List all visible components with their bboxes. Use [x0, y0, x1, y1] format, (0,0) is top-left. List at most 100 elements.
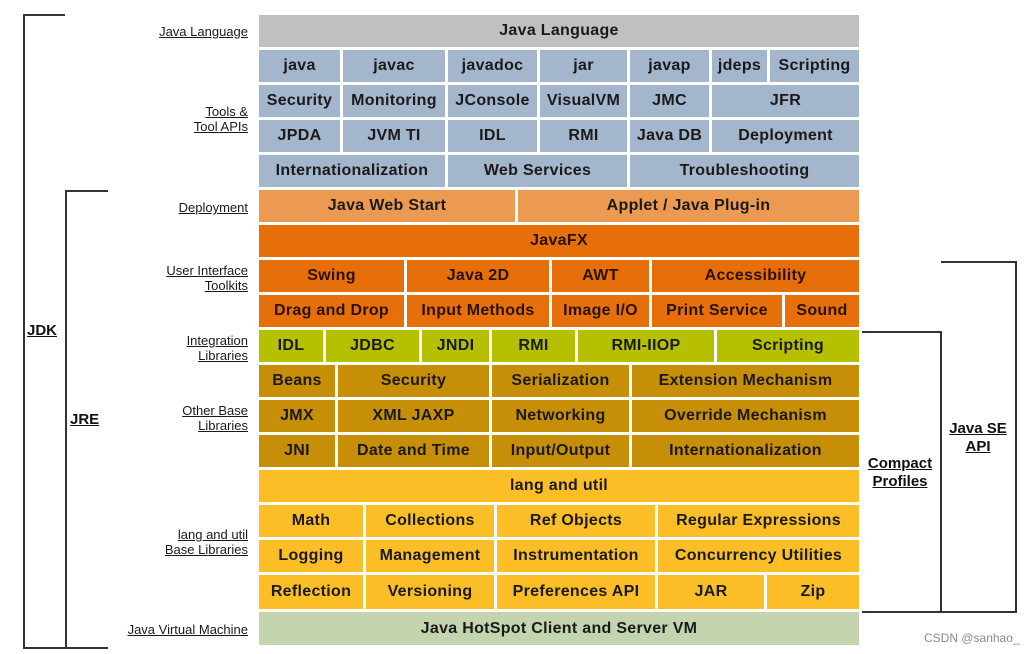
label-line: Integration: [186, 333, 248, 348]
component-tools-visualvm: VisualVM: [540, 85, 630, 120]
jre-bracket-top: [65, 190, 108, 192]
component-lang_util-regular-expressions: Regular Expressions: [658, 505, 862, 540]
component-lang_util-math: Math: [259, 505, 366, 540]
label-line: User Interface: [166, 263, 248, 278]
label-jvm: Java Virtual Machine: [128, 622, 248, 637]
label-line: Libraries: [198, 418, 248, 433]
label-lang-util: lang and util Base Libraries: [165, 527, 248, 557]
jdk-label: JDK: [27, 322, 58, 339]
label-line: Java Virtual Machine: [127, 622, 248, 637]
component-ui-image-i-o: Image I/O: [552, 295, 652, 330]
component-other_base-extension-mechanism: Extension Mechanism: [632, 365, 862, 400]
component-tools-jar: jar: [540, 50, 630, 85]
compact-bracket-top: [861, 331, 941, 333]
component-lang_util-management: Management: [366, 540, 497, 575]
label-line: Deployment: [178, 200, 248, 215]
component-integration-rmi-iiop: RMI-IIOP: [578, 330, 717, 365]
jdk-bracket-side: [23, 14, 25, 648]
component-lang_util-jar: JAR: [658, 575, 767, 612]
label-tools: Tools & Tool APIs: [194, 104, 248, 134]
label-integration: Integration Libraries: [187, 333, 248, 363]
component-other_base-override-mechanism: Override Mechanism: [632, 400, 862, 435]
component-other_base-xml-jaxp: XML JAXP: [338, 400, 492, 435]
label-line: Java SE: [949, 420, 1007, 437]
component-integration-scripting: Scripting: [717, 330, 862, 365]
component-tools-java-db: Java DB: [630, 120, 712, 155]
label-line: Profiles: [872, 473, 928, 490]
component-ui-input-methods: Input Methods: [407, 295, 552, 330]
component-tools-jconsole: JConsole: [448, 85, 540, 120]
component-deployment-java-web-start: Java Web Start: [259, 190, 518, 225]
component-tools-idl: IDL: [448, 120, 540, 155]
label-other-base: Other Base Libraries: [182, 403, 248, 433]
component-lang_util-ref-objects: Ref Objects: [497, 505, 658, 540]
watermark: CSDN @sanhao_: [924, 631, 1020, 645]
label-line: Tool APIs: [193, 119, 248, 134]
component-lang_util-concurrency-utilities: Concurrency Utilities: [658, 540, 862, 575]
label-line: Other Base: [182, 403, 248, 418]
component-other_base-date-and-time: Date and Time: [338, 435, 492, 470]
jdk-bracket-top: [23, 14, 65, 16]
component-other_base-input-output: Input/Output: [492, 435, 632, 470]
component-lang_util-lang-and-util: lang and util: [259, 470, 862, 505]
component-tools-internationalization: Internationalization: [259, 155, 448, 190]
label-deployment: Deployment: [179, 200, 248, 215]
component-tools-jpda: JPDA: [259, 120, 343, 155]
component-integration-idl: IDL: [259, 330, 326, 365]
label-java-language: Java Language: [159, 24, 248, 39]
jre-label: JRE: [70, 411, 100, 428]
component-other_base-security: Security: [338, 365, 492, 400]
component-ui-java-2d: Java 2D: [407, 260, 552, 295]
component-ui-sound: Sound: [785, 295, 862, 330]
component-lang_util-reflection: Reflection: [259, 575, 366, 612]
component-ui-awt: AWT: [552, 260, 652, 295]
component-language-java-language: Java Language: [259, 15, 862, 50]
component-tools-scripting: Scripting: [770, 50, 862, 85]
component-tools-javac: javac: [343, 50, 448, 85]
component-deployment-applet-java-plug-in: Applet / Java Plug-in: [518, 190, 862, 225]
component-other_base-jmx: JMX: [259, 400, 338, 435]
label-line: Toolkits: [204, 278, 248, 293]
component-lang_util-logging: Logging: [259, 540, 366, 575]
component-lang_util-preferences-api: Preferences API: [497, 575, 658, 612]
component-tools-jfr: JFR: [712, 85, 862, 120]
label-line: Compact: [867, 455, 933, 472]
component-tools-rmi: RMI: [540, 120, 630, 155]
component-lang_util-zip: Zip: [767, 575, 862, 612]
component-lang_util-collections: Collections: [366, 505, 497, 540]
component-ui-swing: Swing: [259, 260, 407, 295]
label-line: Base Libraries: [164, 542, 248, 557]
component-integration-jdbc: JDBC: [326, 330, 422, 365]
component-integration-jndi: JNDI: [422, 330, 492, 365]
component-tools-security: Security: [259, 85, 343, 120]
component-tools-javap: javap: [630, 50, 712, 85]
component-tools-troubleshooting: Troubleshooting: [630, 155, 862, 190]
label-line: Tools &: [205, 104, 248, 119]
compact-bracket-side: [940, 331, 942, 613]
label-line: lang and util: [177, 527, 248, 542]
compact-profiles-label: Compact Profiles: [862, 455, 938, 491]
component-ui-print-service: Print Service: [652, 295, 785, 330]
component-other_base-internationalization: Internationalization: [632, 435, 862, 470]
component-other_base-networking: Networking: [492, 400, 632, 435]
label-line: API: [965, 438, 991, 455]
component-other_base-beans: Beans: [259, 365, 338, 400]
component-tools-deployment: Deployment: [712, 120, 862, 155]
component-lang_util-instrumentation: Instrumentation: [497, 540, 658, 575]
component-ui-accessibility: Accessibility: [652, 260, 862, 295]
javase-api-label: Java SE API: [942, 420, 1014, 456]
javase-bracket-top: [941, 261, 1017, 263]
component-tools-monitoring: Monitoring: [343, 85, 448, 120]
label-line: Java Language: [159, 24, 248, 39]
component-jvm-java-hotspot-client-and-server-vm: Java HotSpot Client and Server VM: [259, 612, 862, 648]
component-tools-jvm-ti: JVM TI: [343, 120, 448, 155]
compact-bracket-bottom: [861, 611, 1017, 613]
component-other_base-serialization: Serialization: [492, 365, 632, 400]
label-line: Libraries: [198, 348, 248, 363]
component-other_base-jni: JNI: [259, 435, 338, 470]
component-tools-java: java: [259, 50, 343, 85]
jre-bracket-side: [65, 190, 67, 648]
component-tools-web-services: Web Services: [448, 155, 630, 190]
label-ui-toolkits: User Interface Toolkits: [166, 263, 248, 293]
component-ui-drag-and-drop: Drag and Drop: [259, 295, 407, 330]
